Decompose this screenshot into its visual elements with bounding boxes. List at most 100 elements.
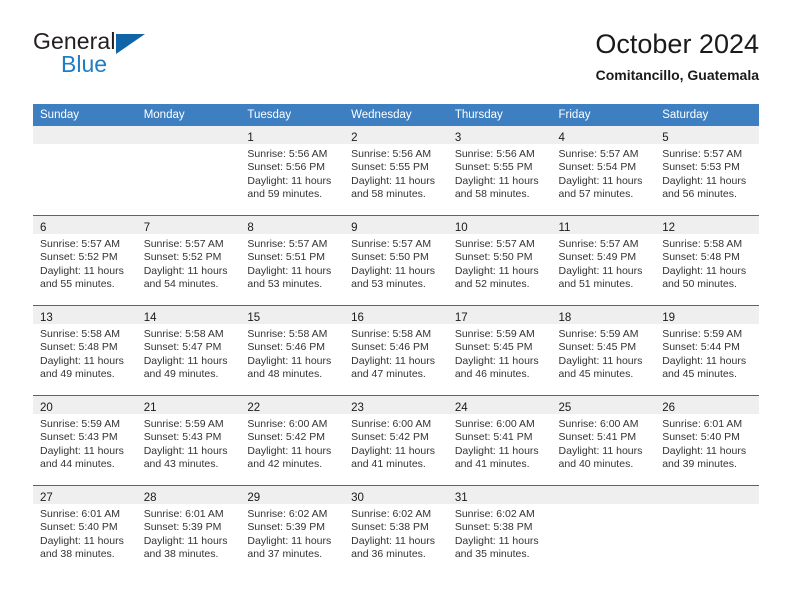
calendar-cell[interactable]: 7 Sunrise: 5:57 AM Sunset: 5:52 PM Daylight… <box>136 215 241 306</box>
day-cell: 21 Sunrise: 5:59 AM Sunset: 5:43 PM Dayligh… <box>136 396 241 485</box>
calendar-cell <box>551 485 656 575</box>
weekday-header-saturday: Saturday <box>655 104 759 126</box>
sunrise-text: Sunrise: 5:56 AM <box>454 148 535 160</box>
empty-day-cell <box>136 126 241 215</box>
daylight-text: Daylight: 11 hours and 37 minutes. <box>247 534 332 561</box>
day-number-band: 28 <box>136 486 241 504</box>
day-number: 24 <box>454 402 468 414</box>
calendar-head: Sunday Monday Tuesday Wednesday Thursday… <box>33 104 759 126</box>
day-cell: 19 Sunrise: 5:59 AM Sunset: 5:44 PM Dayligh… <box>655 306 759 395</box>
calendar-cell[interactable]: 13 Sunrise: 5:58 AM Sunset: 5:48 PM Dayligh… <box>33 305 137 396</box>
day-info: Sunrise: 6:01 AM Sunset: 5:39 PM Daylight:… <box>137 504 241 562</box>
calendar-cell[interactable]: 30 Sunrise: 6:02 AM Sunset: 5:38 PM Dayligh… <box>344 485 448 575</box>
calendar-cell[interactable]: 26 Sunrise: 6:01 AM Sunset: 5:40 PM Dayligh… <box>655 395 759 486</box>
calendar-cell[interactable]: 17 Sunrise: 5:59 AM Sunset: 5:45 PM Dayligh… <box>447 305 552 396</box>
calendar-cell[interactable]: 16 Sunrise: 5:58 AM Sunset: 5:46 PM Dayligh… <box>344 305 448 396</box>
day-info: Sunrise: 6:02 AM Sunset: 5:38 PM Daylight:… <box>448 504 552 562</box>
weekday-header-tuesday: Tuesday <box>240 104 345 126</box>
calendar-cell[interactable]: 12 Sunrise: 5:58 AM Sunset: 5:48 PM Dayligh… <box>655 215 759 306</box>
calendar-cell[interactable]: 18 Sunrise: 5:59 AM Sunset: 5:45 PM Dayligh… <box>551 305 656 396</box>
calendar-cell[interactable]: 10 Sunrise: 5:57 AM Sunset: 5:50 PM Dayligh… <box>447 215 552 306</box>
day-cell: 20 Sunrise: 5:59 AM Sunset: 5:43 PM Dayligh… <box>33 396 137 485</box>
day-number: 17 <box>454 312 468 324</box>
day-number: 27 <box>40 492 53 504</box>
sunset-text: Sunset: 5:50 PM <box>351 251 429 264</box>
calendar-cell[interactable]: 8 Sunrise: 5:57 AM Sunset: 5:51 PM Daylight… <box>240 215 345 306</box>
sunrise-text: Sunrise: 6:01 AM <box>143 508 224 520</box>
day-info: Sunrise: 5:59 AM Sunset: 5:44 PM Daylight:… <box>655 324 759 382</box>
daylight-text: Daylight: 11 hours and 50 minutes. <box>662 264 747 291</box>
day-cell: 29 Sunrise: 6:02 AM Sunset: 5:39 PM Dayligh… <box>240 486 345 575</box>
day-number-band: 13 <box>33 306 137 324</box>
day-info: Sunrise: 5:58 AM Sunset: 5:46 PM Daylight:… <box>240 324 344 382</box>
day-info: Sunrise: 5:59 AM Sunset: 5:43 PM Daylight:… <box>33 414 137 472</box>
weekday-header-row: Sunday Monday Tuesday Wednesday Thursday… <box>33 104 759 126</box>
calendar-cell[interactable]: 19 Sunrise: 5:59 AM Sunset: 5:44 PM Dayligh… <box>655 305 759 396</box>
day-info: Sunrise: 5:56 AM Sunset: 5:55 PM Daylight:… <box>448 144 552 202</box>
calendar-week-row: 6 Sunrise: 5:57 AM Sunset: 5:52 PM Daylight… <box>33 215 759 306</box>
weekday-header-friday: Friday <box>551 104 656 126</box>
calendar-cell[interactable]: 2 Sunrise: 5:56 AM Sunset: 5:55 PM Daylight… <box>344 126 448 216</box>
day-number-band <box>551 486 656 504</box>
calendar-cell[interactable]: 9 Sunrise: 5:57 AM Sunset: 5:50 PM Daylight… <box>344 215 448 306</box>
calendar-cell[interactable]: 22 Sunrise: 6:00 AM Sunset: 5:42 PM Dayligh… <box>240 395 345 486</box>
calendar-cell[interactable]: 1 Sunrise: 5:56 AM Sunset: 5:56 PM Daylight… <box>240 126 345 216</box>
calendar-cell[interactable]: 23 Sunrise: 6:00 AM Sunset: 5:42 PM Dayligh… <box>344 395 448 486</box>
sunset-text: Sunset: 5:44 PM <box>662 341 740 354</box>
day-number-band: 7 <box>136 216 241 234</box>
day-info: Sunrise: 5:58 AM Sunset: 5:48 PM Daylight:… <box>655 234 759 292</box>
sunrise-text: Sunrise: 5:57 AM <box>247 238 328 250</box>
day-number: 13 <box>40 312 53 324</box>
day-number: 26 <box>662 402 676 414</box>
daylight-text: Daylight: 11 hours and 57 minutes. <box>558 174 643 201</box>
calendar-cell[interactable]: 14 Sunrise: 5:58 AM Sunset: 5:47 PM Dayligh… <box>136 305 241 396</box>
calendar-cell[interactable]: 21 Sunrise: 5:59 AM Sunset: 5:43 PM Dayligh… <box>136 395 241 486</box>
day-info: Sunrise: 5:59 AM Sunset: 5:43 PM Daylight:… <box>137 414 241 472</box>
day-number-band: 20 <box>33 396 137 414</box>
day-info: Sunrise: 6:02 AM Sunset: 5:39 PM Daylight:… <box>240 504 344 562</box>
day-info: Sunrise: 5:57 AM Sunset: 5:53 PM Daylight:… <box>655 144 759 202</box>
daylight-text: Daylight: 11 hours and 58 minutes. <box>351 174 435 201</box>
day-number-band: 18 <box>551 306 656 324</box>
day-number-band: 29 <box>240 486 345 504</box>
day-info: Sunrise: 5:57 AM Sunset: 5:51 PM Daylight:… <box>240 234 344 292</box>
sunset-text: Sunset: 5:51 PM <box>247 251 326 264</box>
day-number: 2 <box>351 132 358 144</box>
sunset-text: Sunset: 5:45 PM <box>558 341 637 354</box>
day-info: Sunrise: 6:01 AM Sunset: 5:40 PM Daylight:… <box>33 504 137 562</box>
day-number-band: 30 <box>344 486 448 504</box>
day-info: Sunrise: 6:00 AM Sunset: 5:41 PM Daylight:… <box>448 414 552 472</box>
daylight-text: Daylight: 11 hours and 38 minutes. <box>40 534 124 561</box>
calendar-cell[interactable]: 3 Sunrise: 5:56 AM Sunset: 5:55 PM Daylight… <box>447 126 552 216</box>
calendar-cell[interactable]: 4 Sunrise: 5:57 AM Sunset: 5:54 PM Daylight… <box>551 126 656 216</box>
calendar-cell[interactable]: 31 Sunrise: 6:02 AM Sunset: 5:38 PM Dayligh… <box>447 485 552 575</box>
day-info: Sunrise: 6:01 AM Sunset: 5:40 PM Daylight:… <box>655 414 759 472</box>
sunrise-text: Sunrise: 5:57 AM <box>351 238 432 250</box>
day-cell: 31 Sunrise: 6:02 AM Sunset: 5:38 PM Dayligh… <box>447 486 552 575</box>
calendar-cell[interactable]: 15 Sunrise: 5:58 AM Sunset: 5:46 PM Dayligh… <box>240 305 345 396</box>
day-info: Sunrise: 6:00 AM Sunset: 5:42 PM Daylight:… <box>344 414 448 472</box>
day-info: Sunrise: 5:57 AM Sunset: 5:49 PM Daylight:… <box>552 234 656 292</box>
calendar-cell[interactable]: 24 Sunrise: 6:00 AM Sunset: 5:41 PM Dayligh… <box>447 395 552 486</box>
calendar-cell[interactable]: 6 Sunrise: 5:57 AM Sunset: 5:52 PM Daylight… <box>33 215 137 306</box>
day-cell: 11 Sunrise: 5:57 AM Sunset: 5:49 PM Dayligh… <box>551 216 656 305</box>
calendar-cell[interactable]: 29 Sunrise: 6:02 AM Sunset: 5:39 PM Dayligh… <box>240 485 345 575</box>
day-number-band <box>136 126 241 144</box>
calendar-cell[interactable]: 5 Sunrise: 5:57 AM Sunset: 5:53 PM Daylight… <box>655 126 759 216</box>
daylight-text: Daylight: 11 hours and 52 minutes. <box>454 264 539 291</box>
day-number: 12 <box>662 222 676 234</box>
page-header: General Blue October 2024 Comitancillo, … <box>33 28 759 98</box>
day-number-band: 6 <box>33 216 137 234</box>
calendar-cell[interactable]: 25 Sunrise: 6:00 AM Sunset: 5:41 PM Dayligh… <box>551 395 656 486</box>
calendar-cell[interactable]: 28 Sunrise: 6:01 AM Sunset: 5:39 PM Dayligh… <box>136 485 241 575</box>
calendar-cell[interactable]: 20 Sunrise: 5:59 AM Sunset: 5:43 PM Dayligh… <box>33 395 137 486</box>
calendar-cell[interactable]: 11 Sunrise: 5:57 AM Sunset: 5:49 PM Dayligh… <box>551 215 656 306</box>
calendar-cell[interactable]: 27 Sunrise: 6:01 AM Sunset: 5:40 PM Dayligh… <box>33 485 137 575</box>
day-number-band: 19 <box>655 306 759 324</box>
calendar-grid: Sunday Monday Tuesday Wednesday Thursday… <box>33 104 759 575</box>
sunrise-text: Sunrise: 5:57 AM <box>558 238 639 250</box>
day-cell: 30 Sunrise: 6:02 AM Sunset: 5:38 PM Dayligh… <box>344 486 448 575</box>
sunset-text: Sunset: 5:48 PM <box>40 341 118 354</box>
calendar-cell <box>655 485 759 575</box>
location-subtitle: Comitancillo, Guatemala <box>595 67 759 83</box>
